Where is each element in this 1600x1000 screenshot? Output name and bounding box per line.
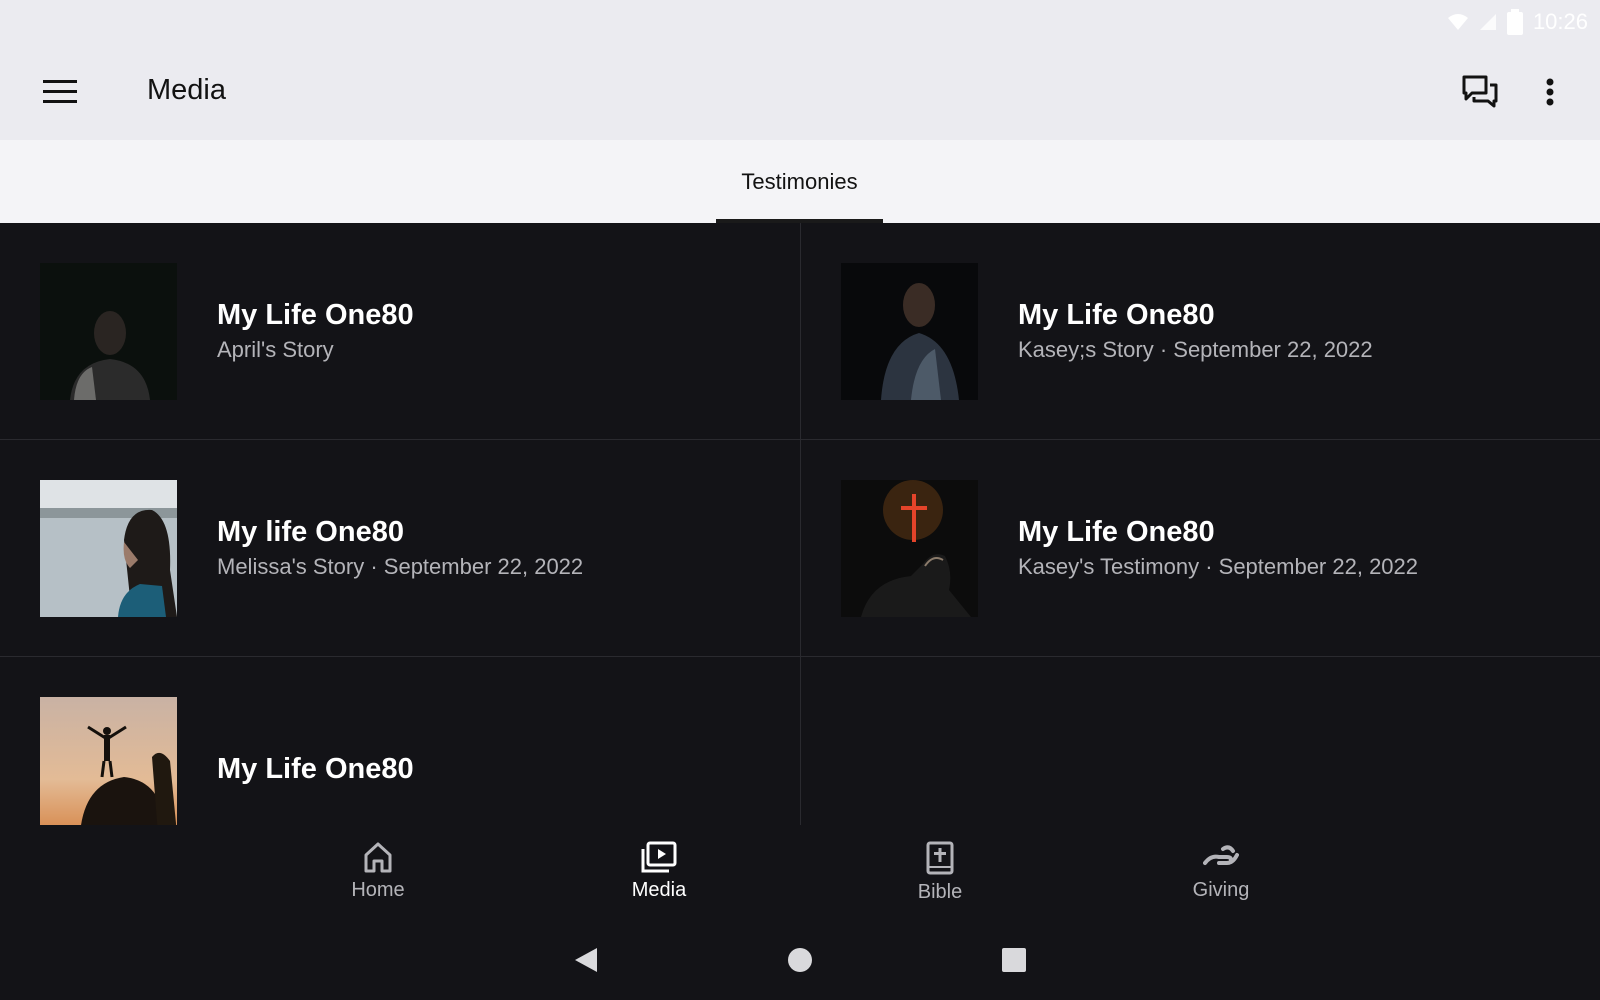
item-subtitle: Kasey;s Story · September 22, 2022: [1018, 337, 1373, 362]
item-title: My Life One80: [217, 299, 414, 331]
item-subtitle: Melissa's Story · September 22, 2022: [217, 554, 584, 579]
list-item[interactable]: My Life One80 April's Story: [0, 223, 800, 440]
list-item[interactable]: My Life One80 Kasey's Testimony · Septem…: [800, 440, 1600, 657]
thumbnail-image: [40, 480, 177, 617]
back-icon: [575, 948, 597, 972]
home-circle-icon: [788, 948, 812, 972]
media-icon: [641, 841, 677, 873]
thumbnail-image: [841, 480, 978, 617]
tab-strip: Testimonies: [0, 140, 1600, 223]
item-subtitle: April's Story: [217, 337, 334, 362]
wifi-icon: [1447, 14, 1468, 30]
nav-label-giving: Giving: [1192, 879, 1250, 901]
back-button[interactable]: [570, 944, 602, 976]
recents-icon: [1002, 948, 1026, 972]
empty-grid-cell: [800, 657, 1600, 825]
app-bar: Media: [0, 44, 1600, 140]
bottom-navigation: Home Media Bible Giving: [0, 825, 1600, 920]
nav-item-media[interactable]: Media: [589, 841, 729, 917]
nav-item-bible[interactable]: Bible: [870, 841, 1010, 917]
giving-icon: [1203, 845, 1239, 865]
nav-item-giving[interactable]: Giving: [1151, 841, 1291, 917]
more-vert-icon: [1546, 78, 1554, 106]
media-grid: My Life One80 April's Story My Life One8…: [0, 223, 1600, 825]
bible-icon: [926, 841, 954, 875]
status-time: 10:26: [1532, 9, 1588, 34]
item-subtitle: Kasey's Testimony · September 22, 2022: [1018, 554, 1419, 579]
chat-button[interactable]: [1458, 70, 1502, 114]
home-button[interactable]: [784, 944, 816, 976]
more-options-button[interactable]: [1530, 70, 1570, 114]
nav-label-home: Home: [351, 879, 405, 901]
menu-icon: [43, 80, 77, 103]
list-item[interactable]: My Life One80: [0, 657, 800, 825]
cell-signal-icon: [1479, 14, 1496, 30]
nav-label-media: Media: [631, 879, 687, 901]
page-title: Media: [147, 74, 226, 106]
thumbnail-image: [841, 263, 978, 400]
list-item[interactable]: My life One80 Melissa's Story · Septembe…: [0, 440, 800, 657]
item-title: My life One80: [217, 516, 404, 548]
chat-icon: [1462, 75, 1498, 108]
item-title: My Life One80: [1018, 516, 1215, 548]
list-item[interactable]: My Life One80 Kasey;s Story · September …: [800, 223, 1600, 440]
thumbnail-image: [40, 697, 177, 825]
nav-item-home[interactable]: Home: [308, 841, 448, 917]
status-bar: 10:26: [0, 0, 1600, 44]
recents-button[interactable]: [998, 944, 1030, 976]
tab-testimonies[interactable]: Testimonies: [716, 140, 883, 223]
item-title: My Life One80: [217, 753, 414, 785]
system-navigation-bar: [0, 920, 1600, 1000]
item-title: My Life One80: [1018, 299, 1215, 331]
menu-button[interactable]: [38, 70, 82, 114]
home-icon: [364, 842, 392, 873]
thumbnail-image: [40, 263, 177, 400]
battery-icon: [1506, 9, 1523, 35]
nav-label-bible: Bible: [917, 881, 963, 903]
